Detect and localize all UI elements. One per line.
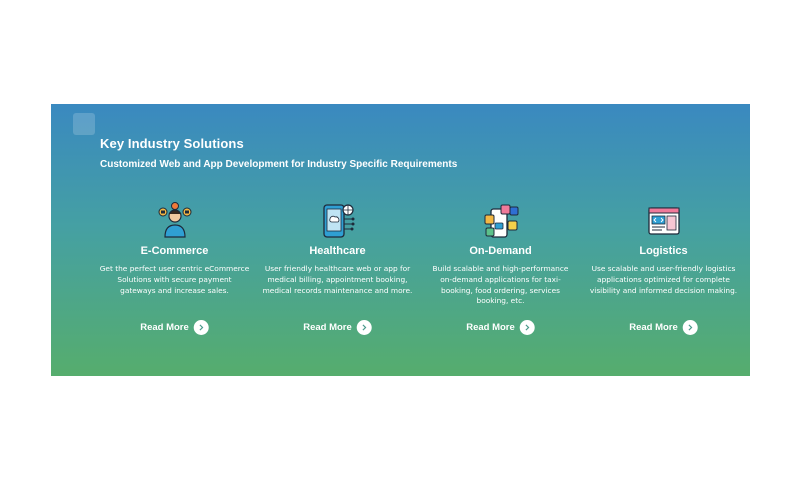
section-title: Key Industry Solutions — [100, 136, 244, 151]
card-description: Get the perfect user centric eCommerce S… — [99, 264, 250, 295]
card-title: Healthcare — [309, 245, 366, 257]
card-healthcare: Healthcare User friendly healthcare web … — [256, 199, 419, 349]
card-logistics: Logistics Use scalable and user-friendly… — [582, 199, 745, 349]
card-ecommerce: E-Commerce Get the perfect user centric … — [93, 199, 256, 349]
read-more-ecommerce-button[interactable]: Read More — [140, 320, 209, 335]
decorative-square — [73, 113, 95, 135]
read-more-logistics-button[interactable]: Read More — [629, 320, 698, 335]
chevron-right-icon — [356, 320, 372, 335]
card-description: Use scalable and user-friendly logistics… — [589, 264, 738, 295]
read-more-label: Read More — [303, 322, 352, 333]
card-description: Build scalable and high-performance on-d… — [432, 264, 569, 306]
section-subtitle: Customized Web and App Development for I… — [100, 159, 458, 170]
chevron-right-icon — [682, 320, 698, 335]
read-more-on-demand-button[interactable]: Read More — [466, 320, 535, 335]
industry-solutions-banner: Key Industry Solutions Customized Web an… — [51, 104, 750, 376]
card-title: E-Commerce — [140, 245, 209, 257]
chevron-right-icon — [193, 320, 209, 335]
ecommerce-user-icon — [155, 201, 195, 241]
card-description: User friendly healthcare web or app for … — [262, 264, 413, 295]
healthcare-tablet-icon — [318, 201, 358, 241]
read-more-label: Read More — [466, 322, 515, 333]
solutions-cards: E-Commerce Get the perfect user centric … — [93, 199, 745, 349]
chevron-right-icon — [519, 320, 535, 335]
read-more-label: Read More — [140, 322, 189, 333]
card-title: On-Demand — [469, 245, 532, 257]
on-demand-phone-icon — [481, 201, 521, 241]
logistics-browser-icon — [644, 201, 684, 241]
read-more-healthcare-button[interactable]: Read More — [303, 320, 372, 335]
card-title: Logistics — [639, 245, 688, 257]
card-on-demand: On-Demand Build scalable and high-perfor… — [419, 199, 582, 349]
read-more-label: Read More — [629, 322, 678, 333]
